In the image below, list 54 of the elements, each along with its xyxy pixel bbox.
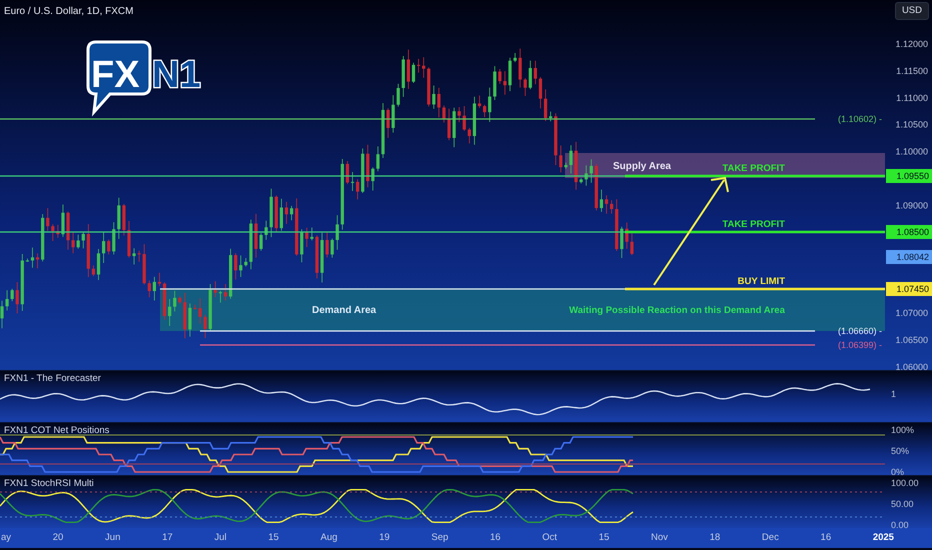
indicator-title: FXN1 COT Net Positions: [4, 424, 110, 438]
indicator-axis-label: 50%: [891, 446, 910, 456]
indicator-axis-label: 100.00: [891, 478, 919, 488]
trade-level-label: BUY LIMIT: [738, 276, 785, 287]
logo-text: FX: [91, 54, 140, 96]
price-tag: 1.08042: [886, 250, 932, 264]
time-axis-label: 15: [598, 530, 610, 545]
indicator-axis-label: 50.00: [891, 499, 914, 509]
time-axis-label: 15: [268, 530, 279, 545]
price-axis-label: 1.10500: [895, 120, 928, 130]
indicator-axis-label: 0%: [891, 467, 904, 476]
indicator-axis-label: 1: [891, 389, 896, 399]
time-axis-label: Jul: [214, 530, 226, 545]
price-level-label: (1.10602) -: [838, 114, 882, 124]
currency-button[interactable]: USD: [894, 2, 929, 20]
price-tag: 1.08500: [886, 225, 932, 239]
time-axis-label: Dec: [762, 530, 779, 545]
price-level-label: (1.06399) -: [838, 340, 882, 350]
time-axis-label: 2025: [872, 530, 894, 545]
time-axis-label: 18: [710, 530, 720, 545]
trade-level-label: TAKE PROFIT: [722, 163, 785, 174]
price-tag: 1.07450: [886, 282, 932, 296]
demand-note: Waiting Possible Reaction on this Demand Area: [569, 305, 785, 316]
zone-label: Demand Area: [312, 305, 376, 316]
price-axis-label: 1.06000: [895, 362, 928, 370]
time-axis-label: Sep: [431, 530, 448, 545]
logo-bubble-icon: [86, 40, 152, 114]
price-level-label: (1.06660) -: [838, 326, 882, 336]
indicator-title: FXN1 - The Forecaster: [4, 372, 101, 386]
price-tag: 1.09550: [886, 169, 932, 183]
time-axis-label: Oct: [542, 530, 558, 545]
time-axis-label: ay: [1, 530, 12, 545]
time-axis-label: 19: [379, 530, 390, 545]
time-axis-label: Nov: [651, 530, 668, 545]
indicator-axis-label: 100%: [891, 425, 914, 435]
price-axis-label: 1.06500: [895, 334, 928, 345]
time-axis-label: Aug: [320, 530, 338, 545]
zone-label: Supply Area: [613, 161, 671, 172]
price-axis-label: 1.10000: [895, 146, 928, 157]
time-axis-label: Jun: [105, 530, 120, 545]
price-axis-label: 1.12000: [895, 39, 928, 49]
indicator-axis-label: 0.00: [891, 520, 909, 529]
chart-title: Euro / U.S. Dollar, 1D, FXCM: [4, 5, 134, 19]
price-axis-label: 1.07000: [895, 308, 928, 318]
price-axis-label: 1.11500: [896, 66, 928, 76]
time-axis-label: 17: [162, 530, 173, 545]
trade-level-label: TAKE PROFIT: [722, 219, 785, 230]
indicator-title: FXN1 StochRSI Multi: [4, 477, 94, 491]
price-axis-label: 1.09000: [895, 200, 928, 210]
time-axis-label: 20: [52, 530, 64, 545]
logo-text: N1: [152, 54, 201, 96]
price-axis-label: 1.11000: [896, 92, 928, 103]
time-axis-label: 16: [490, 530, 501, 545]
time-axis-label: 16: [820, 530, 832, 545]
